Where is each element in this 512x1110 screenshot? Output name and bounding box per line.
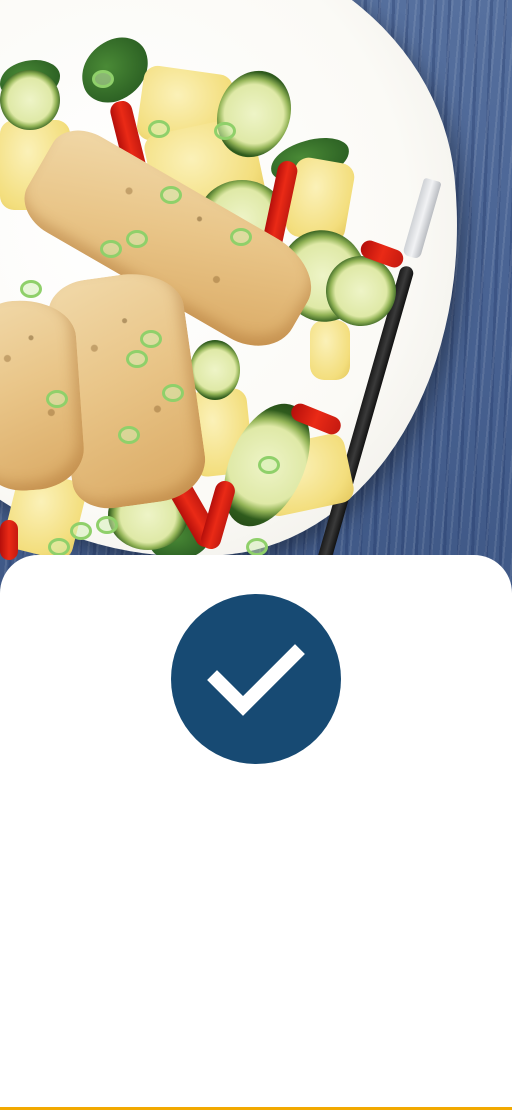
checkmark-icon — [207, 644, 305, 716]
success-badge — [171, 594, 341, 764]
confirmation-card — [0, 555, 512, 1110]
hero-food-image — [0, 0, 512, 600]
screen — [0, 0, 512, 1110]
